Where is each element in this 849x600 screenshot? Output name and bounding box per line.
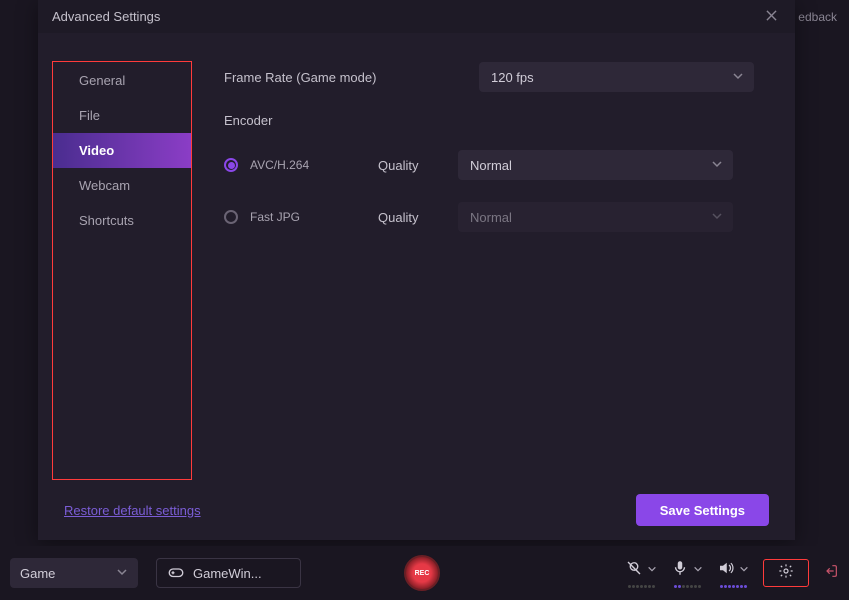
mode-value: Game (20, 566, 55, 581)
chevron-down-icon (647, 561, 657, 579)
chevron-down-icon (693, 561, 703, 579)
record-label: REC (415, 570, 430, 577)
level-indicator (720, 585, 747, 588)
webcam-toggle[interactable] (625, 559, 657, 582)
sidebar-item-shortcuts[interactable]: Shortcuts (53, 203, 191, 238)
frame-rate-label: Frame Rate (Game mode) (224, 70, 479, 85)
game-window-value: GameWin... (193, 566, 262, 581)
gamepad-icon (167, 563, 185, 584)
exit-icon (823, 566, 839, 583)
save-settings-button[interactable]: Save Settings (636, 494, 769, 526)
quality-label: Quality (378, 210, 458, 225)
encoder-radio-fastjpg[interactable] (224, 210, 238, 224)
chevron-down-icon (711, 210, 723, 225)
mic-toggle[interactable] (671, 559, 703, 582)
frame-rate-value: 120 fps (491, 70, 534, 85)
webcam-control (625, 559, 657, 588)
gear-icon (778, 563, 794, 584)
encoder-radio-avc[interactable] (224, 158, 238, 172)
quality-dropdown-avc[interactable]: Normal (458, 150, 733, 180)
chevron-down-icon (739, 561, 749, 579)
quality-label: Quality (378, 158, 458, 173)
speaker-toggle[interactable] (717, 559, 749, 582)
chevron-down-icon (116, 566, 128, 581)
exit-button[interactable] (823, 563, 839, 584)
restore-defaults-link[interactable]: Restore default settings (64, 503, 201, 518)
record-button[interactable]: REC (404, 555, 440, 591)
game-window-selector[interactable]: GameWin... (156, 558, 301, 588)
settings-sidebar: General File Video Webcam Shortcuts (52, 61, 192, 480)
mic-control (671, 559, 703, 588)
chevron-down-icon (732, 70, 744, 85)
encoder-name-fastjpg: Fast JPG (250, 210, 378, 224)
webcam-off-icon (625, 559, 643, 582)
chevron-down-icon (711, 158, 723, 173)
speaker-icon (717, 559, 735, 582)
sidebar-item-webcam[interactable]: Webcam (53, 168, 191, 203)
settings-content: Frame Rate (Game mode) 120 fps Encoder A… (192, 61, 795, 480)
encoder-section-label: Encoder (224, 113, 765, 128)
modal-header: Advanced Settings (38, 0, 795, 33)
settings-button[interactable] (763, 559, 809, 587)
modal-footer: Restore default settings Save Settings (38, 480, 795, 540)
quality-value: Normal (470, 158, 512, 173)
mic-icon (671, 559, 689, 582)
mode-dropdown[interactable]: Game (10, 558, 138, 588)
close-button[interactable] (761, 7, 781, 27)
quality-value: Normal (470, 210, 512, 225)
bottom-bar: Game GameWin... REC (0, 546, 849, 600)
sidebar-item-general[interactable]: General (53, 63, 191, 98)
close-icon (766, 8, 777, 26)
quality-dropdown-fastjpg: Normal (458, 202, 733, 232)
encoder-name-avc: AVC/H.264 (250, 158, 378, 172)
sidebar-item-video[interactable]: Video (53, 133, 191, 168)
modal-title: Advanced Settings (52, 9, 160, 24)
speaker-control (717, 559, 749, 588)
frame-rate-dropdown[interactable]: 120 fps (479, 62, 754, 92)
sidebar-item-file[interactable]: File (53, 98, 191, 133)
level-indicator (674, 585, 701, 588)
level-indicator (628, 585, 655, 588)
settings-modal: Advanced Settings General File Video Web… (38, 0, 795, 540)
feedback-link-partial: edback (798, 10, 837, 24)
